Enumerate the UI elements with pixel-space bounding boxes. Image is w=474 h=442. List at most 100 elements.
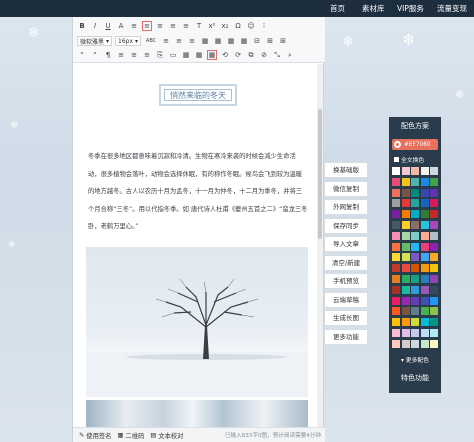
color-swatch[interactable] xyxy=(430,285,438,294)
color-swatch[interactable] xyxy=(430,231,438,240)
superscript-button[interactable]: x² xyxy=(207,21,217,31)
align-right-button[interactable]: ≡ xyxy=(155,21,165,31)
find-button[interactable]: ⌕ xyxy=(285,50,295,60)
fullscreen-button[interactable]: ⤡ xyxy=(272,50,282,60)
color-swatch[interactable] xyxy=(392,275,400,283)
color-swatch[interactable] xyxy=(420,188,429,197)
color-swatch[interactable] xyxy=(430,318,438,327)
color-swatch[interactable] xyxy=(411,210,419,219)
color-swatch[interactable] xyxy=(420,177,429,186)
color-swatch[interactable] xyxy=(401,264,410,273)
nav-material-library[interactable]: 素材库 xyxy=(362,3,385,14)
color-swatch[interactable] xyxy=(420,221,429,229)
color-swatch[interactable] xyxy=(392,221,400,229)
editor-scrollbar[interactable] xyxy=(317,64,323,427)
color-swatch[interactable] xyxy=(420,318,429,327)
color-swatch[interactable] xyxy=(411,167,419,175)
color-swatch[interactable] xyxy=(411,275,419,283)
align-center-button[interactable]: ≡ xyxy=(142,21,152,31)
color-swatch[interactable] xyxy=(420,253,429,262)
color-swatch[interactable] xyxy=(420,242,429,251)
quote-button[interactable]: “ xyxy=(77,50,87,60)
color-swatch[interactable] xyxy=(411,242,419,251)
external-copy-button[interactable]: 外网复制 xyxy=(324,199,368,215)
align-justify-button[interactable]: ≡ xyxy=(168,21,178,31)
merge-cells-button[interactable]: ▦ xyxy=(239,36,249,46)
cloud-draft-button[interactable]: 云端草稿 xyxy=(324,291,368,308)
color-swatch[interactable] xyxy=(401,253,410,262)
undo-button[interactable]: ⟲ xyxy=(220,50,230,60)
color-swatch[interactable] xyxy=(430,329,438,337)
color-swatch[interactable] xyxy=(401,221,410,229)
signature-button[interactable]: ✎ 使用签名 xyxy=(79,431,111,440)
color-swatch[interactable] xyxy=(392,285,400,294)
color-swatch[interactable] xyxy=(420,231,429,240)
import-article-button[interactable]: 导入文章 xyxy=(324,236,368,252)
format-brush-button[interactable]: ≡ xyxy=(129,50,139,60)
color-swatch[interactable] xyxy=(392,199,400,208)
duplicate-button[interactable]: ⧉ xyxy=(246,50,256,60)
color-swatch[interactable] xyxy=(411,307,419,316)
apply-all-toggle[interactable]: 全文换色 xyxy=(394,155,424,164)
color-swatch[interactable] xyxy=(411,285,419,294)
color-swatch[interactable] xyxy=(392,188,400,197)
color-swatch[interactable] xyxy=(420,339,429,348)
color-swatch[interactable] xyxy=(420,210,429,219)
font-size-select[interactable]: 16px ▾ xyxy=(115,36,142,46)
strikethrough-button[interactable]: ABC xyxy=(144,36,158,46)
insert-col-button[interactable]: ▦ xyxy=(226,36,236,46)
line-height-button[interactable]: ≡ xyxy=(161,36,171,46)
color-swatch[interactable] xyxy=(392,167,400,175)
nav-traffic-monetize[interactable]: 流量变现 xyxy=(437,3,467,14)
color-swatch[interactable] xyxy=(420,307,429,316)
color-swatch[interactable] xyxy=(401,318,410,327)
color-swatch[interactable] xyxy=(401,188,410,197)
color-swatch[interactable] xyxy=(420,296,429,305)
color-swatch[interactable] xyxy=(411,221,419,229)
special-char-button[interactable]: Ω xyxy=(233,21,243,31)
more-button[interactable]: ⁝ xyxy=(259,21,269,31)
list-bullet-button[interactable]: ≡ xyxy=(174,36,184,46)
color-swatch[interactable] xyxy=(401,329,410,337)
color-swatch[interactable] xyxy=(392,210,400,219)
qrcode-button[interactable]: ▦ 二维码 xyxy=(117,431,144,440)
color-swatch[interactable] xyxy=(392,339,400,348)
color-swatch[interactable] xyxy=(392,177,400,186)
color-swatch[interactable] xyxy=(392,296,400,305)
current-color-field[interactable]: #EF7060 xyxy=(392,139,438,150)
special-features-label[interactable]: 特色功能 xyxy=(389,373,441,383)
color-swatch[interactable] xyxy=(401,275,410,283)
color-swatch[interactable] xyxy=(401,285,410,294)
color-swatch[interactable] xyxy=(430,188,438,197)
color-swatch[interactable] xyxy=(420,199,429,208)
clear-format-button[interactable]: ≡ xyxy=(116,50,126,60)
redo-button[interactable]: ⟳ xyxy=(233,50,243,60)
save-sync-button[interactable]: 保存同步 xyxy=(324,217,368,234)
disable-button[interactable]: ⊘ xyxy=(259,50,269,60)
color-swatch[interactable] xyxy=(401,177,410,186)
list-number-button[interactable]: ≡ xyxy=(187,36,197,46)
color-swatch[interactable] xyxy=(392,242,400,251)
clear-new-button[interactable]: 清空/新建 xyxy=(324,254,368,271)
align-left-button[interactable]: ≡ xyxy=(129,21,139,31)
add-col-button[interactable]: ⊞ xyxy=(278,36,288,46)
insert-row-button[interactable]: ▦ xyxy=(213,36,223,46)
nav-home[interactable]: 首页 xyxy=(330,3,345,14)
color-swatch[interactable] xyxy=(401,296,410,305)
color-swatch[interactable] xyxy=(420,329,429,337)
color-swatch[interactable] xyxy=(392,307,400,316)
bold-button[interactable]: B xyxy=(77,21,87,31)
color-swatch[interactable] xyxy=(392,329,400,337)
divider-button[interactable]: ≡ xyxy=(142,50,152,60)
color-swatch[interactable] xyxy=(430,177,438,186)
scrollbar-thumb[interactable] xyxy=(318,109,322,239)
italic-button[interactable]: I xyxy=(90,21,100,31)
video-button[interactable]: ▦ xyxy=(181,50,191,60)
switch-basic-button[interactable]: 换基础版 xyxy=(324,162,368,178)
color-swatch[interactable] xyxy=(430,264,438,273)
audio-button[interactable]: ▦ xyxy=(194,50,204,60)
copy-button[interactable]: ⎘ xyxy=(155,50,165,60)
text-style-button[interactable]: T xyxy=(194,21,204,31)
color-swatch[interactable] xyxy=(411,253,419,262)
color-swatch[interactable] xyxy=(401,167,410,175)
